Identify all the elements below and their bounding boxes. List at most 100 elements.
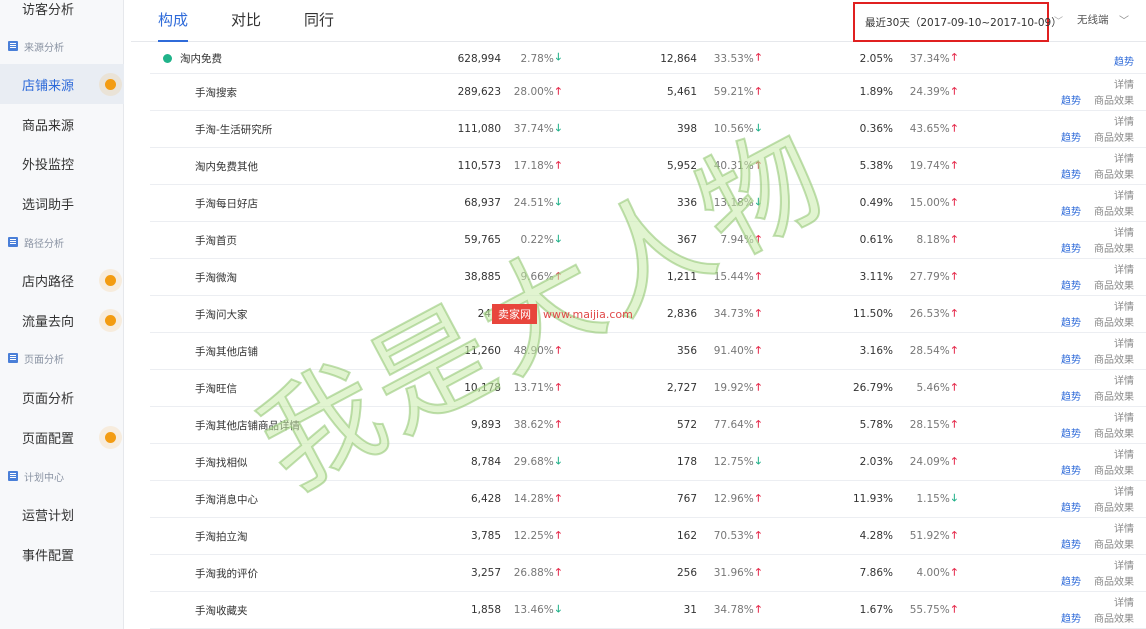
table-row[interactable]: 手淘拍立淘 3,785 12.25% 🡑 162 70.53% 🡑 4.28% 51.92% 🡑 … xyxy=(150,518,1146,555)
table-row[interactable]: 手淘搜索 289,623 28.00% 🡑 5,461 59.21% 🡑 1.89% 24.39… xyxy=(150,74,1146,111)
product-effect-link[interactable]: 商品效果 xyxy=(1094,425,1134,440)
change-value: 48.90% xyxy=(513,345,554,357)
detail-link[interactable]: 详情 xyxy=(1114,261,1134,276)
arrow-up-icon: 🡑 xyxy=(755,529,761,541)
detail-link[interactable]: 详情 xyxy=(1114,224,1134,239)
table-row[interactable]: 手淘微淘 38,885 9.66% 🡑 1,211 15.44% 🡑 3.11% 27.79% 🡑… xyxy=(150,259,1146,296)
change-value: 77.64% xyxy=(713,419,754,431)
chevron-down-icon[interactable]: ﹀ xyxy=(1054,14,1063,27)
change-value: 15.00% xyxy=(909,197,950,209)
detail-link[interactable]: 详情 xyxy=(1114,409,1134,424)
detail-link[interactable]: 详情 xyxy=(1114,594,1134,609)
product-effect-link[interactable]: 商品效果 xyxy=(1094,240,1134,255)
product-effect-link[interactable]: 商品效果 xyxy=(1094,536,1134,551)
product-effect-link[interactable]: 商品效果 xyxy=(1094,351,1134,366)
detail-link[interactable]: 详情 xyxy=(1114,446,1134,461)
detail-link[interactable]: 详情 xyxy=(1114,372,1134,387)
detail-link[interactable]: 详情 xyxy=(1114,335,1134,350)
change-value: 29.68% xyxy=(513,456,554,468)
product-effect-link[interactable]: 商品效果 xyxy=(1094,462,1134,477)
arrow-up-icon: 🡑 xyxy=(951,566,957,578)
trend-link[interactable]: 趋势 xyxy=(1061,129,1081,144)
buyers-value: 31 xyxy=(683,604,697,616)
detail-link[interactable]: 详情 xyxy=(1114,483,1134,498)
product-effect-link[interactable]: 商品效果 xyxy=(1094,92,1134,107)
product-effect-link[interactable]: 商品效果 xyxy=(1094,499,1134,514)
trend-link[interactable]: 趋势 xyxy=(1061,425,1081,440)
table-row[interactable]: 手淘消息中心 6,428 14.28% 🡑 767 12.96% 🡑 11.93% 1.15% 🡓… xyxy=(150,481,1146,518)
product-effect-link[interactable]: 商品效果 xyxy=(1094,314,1134,329)
table-row[interactable]: 手淘旺信 10,178 13.71% 🡑 2,727 19.92% 🡑 26.79% 5.46%… xyxy=(150,370,1146,407)
product-effect-link[interactable]: 商品效果 xyxy=(1094,129,1134,144)
sidebar-section-title: 计划中心 xyxy=(24,472,64,484)
sidebar-item-page-config[interactable]: 页面配置 xyxy=(0,417,124,457)
sidebar-item-traffic-destination[interactable]: 流量去向 xyxy=(0,300,124,340)
trend-link[interactable]: 趋势 xyxy=(1061,573,1081,588)
sidebar-item-in-shop-path[interactable]: 店内路径 xyxy=(0,260,124,300)
product-effect-link[interactable]: 商品效果 xyxy=(1094,166,1134,181)
visitors-change: 48.90% 🡑 xyxy=(514,333,561,369)
table-row[interactable]: 手淘找相似 8,784 29.68% 🡓 178 12.75% 🡓 2.03% 24.09% 🡑 … xyxy=(150,444,1146,481)
arrow-up-icon: 🡑 xyxy=(951,196,957,208)
sidebar-item-product-source[interactable]: 商品来源 xyxy=(0,104,124,144)
table-row[interactable]: 手淘问大家 24,6 2,836 34.73% 🡑 11.50% 26.53% 🡑 详情 趋势… xyxy=(150,296,1146,333)
sidebar-item-page-analysis[interactable]: 页面分析 xyxy=(0,377,124,417)
arrow-up-icon: 🡑 xyxy=(555,344,561,356)
detail-link[interactable]: 详情 xyxy=(1114,557,1134,572)
sidebar-item-operation-plan[interactable]: 运营计划 xyxy=(0,494,124,534)
trend-link[interactable]: 趋势 xyxy=(1061,388,1081,403)
detail-link[interactable]: 详情 xyxy=(1114,150,1134,165)
change-value: 12.96% xyxy=(713,493,754,505)
table-row[interactable]: 手淘收藏夹 1,858 13.46% 🡓 31 34.78% 🡑 1.67% 55.75% 🡑 详… xyxy=(150,592,1146,629)
device-selector[interactable]: 无线端 xyxy=(1077,12,1109,27)
table-row[interactable]: 手淘首页 59,765 0.22% 🡓 367 7.94% 🡑 0.61% 8.18% 🡑 详情 … xyxy=(150,222,1146,259)
detail-link[interactable]: 详情 xyxy=(1114,298,1134,313)
trend-link[interactable]: 趋势 xyxy=(1061,462,1081,477)
tab-composition[interactable]: 构成 xyxy=(158,0,189,42)
sidebar-item-event-config[interactable]: 事件配置 xyxy=(0,534,124,574)
trend-link[interactable]: 趋势 xyxy=(1061,240,1081,255)
table-row[interactable]: 手淘每日好店 68,937 24.51% 🡓 336 13.18% 🡓 0.49% 15.00%… xyxy=(150,185,1146,222)
detail-link[interactable]: 详情 xyxy=(1114,187,1134,202)
product-effect-link[interactable]: 商品效果 xyxy=(1094,610,1134,625)
arrow-up-icon: 🡑 xyxy=(555,159,561,171)
trend-link[interactable]: 趋势 xyxy=(1061,351,1081,366)
source-name: 手淘问大家 xyxy=(195,308,248,321)
trend-link[interactable]: 趋势 xyxy=(1061,499,1081,514)
trend-link[interactable]: 趋势 xyxy=(1061,610,1081,625)
buyers-change: 77.64% 🡑 xyxy=(714,407,761,443)
sidebar-item-external-monitor[interactable]: 外投监控 xyxy=(0,143,124,183)
table-row[interactable]: 手淘-生活研究所 111,080 37.74% 🡓 398 10.56% 🡓 0.36% 43.… xyxy=(150,111,1146,148)
table-row[interactable]: 手淘其他店铺 11,260 48.90% 🡑 356 91.40% 🡑 3.16% 28.54%… xyxy=(150,333,1146,370)
product-effect-link[interactable]: 商品效果 xyxy=(1094,573,1134,588)
tab-comparison[interactable]: 对比 xyxy=(231,0,261,42)
trend-link[interactable]: 趋势 xyxy=(1061,314,1081,329)
detail-link[interactable]: 详情 xyxy=(1114,520,1134,535)
change-value: 27.79% xyxy=(909,271,950,283)
trend-link[interactable]: 趋势 xyxy=(1061,203,1081,218)
table-row[interactable]: 手淘我的评价 3,257 26.88% 🡑 256 31.96% 🡑 7.86% 4.00% 🡑 … xyxy=(150,555,1146,592)
buyers-change: 13.18% 🡓 xyxy=(714,185,761,221)
trend-link[interactable]: 趋势 xyxy=(1061,277,1081,292)
sidebar-item-keyword-helper[interactable]: 选词助手 xyxy=(0,183,124,223)
detail-link[interactable]: 详情 xyxy=(1114,113,1134,128)
product-effect-link[interactable]: 商品效果 xyxy=(1094,388,1134,403)
arrow-up-icon: 🡑 xyxy=(555,529,561,541)
product-effect-link[interactable]: 商品效果 xyxy=(1094,277,1134,292)
table-row[interactable]: 手淘其他店铺商品详情 9,893 38.62% 🡑 572 77.64% 🡑 5.78% 28.… xyxy=(150,407,1146,444)
sidebar-item-visitor-analysis[interactable]: 访客分析 xyxy=(0,0,124,28)
sidebar-item-shop-source[interactable]: 店铺来源 xyxy=(0,64,124,104)
trend-link[interactable]: 趋势 xyxy=(1061,536,1081,551)
date-range-picker[interactable]: 最近30天（2017-09-10~2017-10-09） xyxy=(853,2,1062,42)
table-row[interactable]: 淘内免费其他 110,573 17.18% 🡑 5,952 40.31% 🡑 5.38% 19.… xyxy=(150,148,1146,185)
trend-link[interactable]: 趋势 xyxy=(1061,166,1081,181)
trend-link[interactable]: 趋势 xyxy=(1061,92,1081,107)
detail-link[interactable]: 详情 xyxy=(1114,76,1134,91)
tab-peers[interactable]: 同行 xyxy=(304,0,334,42)
sidebar-item-label: 流量去向 xyxy=(22,314,75,330)
trend-link[interactable]: 趋势 xyxy=(1114,53,1134,68)
product-effect-link[interactable]: 商品效果 xyxy=(1094,203,1134,218)
table-row[interactable]: 淘内免费 628,994 2.78% 🡓 12,864 33.53% 🡑 2.05% 37.34… xyxy=(150,44,1146,74)
chevron-down-icon[interactable]: ﹀ xyxy=(1119,12,1129,27)
source-name: 手淘其他店铺 xyxy=(195,345,258,358)
